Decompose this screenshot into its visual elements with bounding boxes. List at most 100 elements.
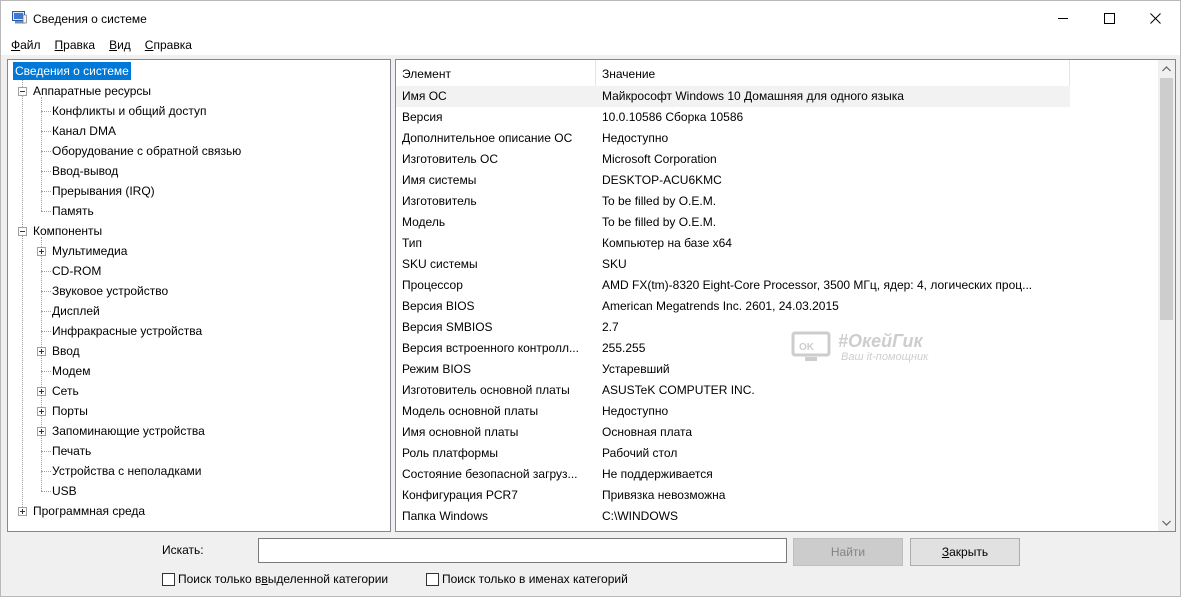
menu-file[interactable]: Файл: [1, 38, 48, 52]
tree-item-hardware-child[interactable]: Канал DMA: [52, 122, 116, 140]
column-header-value[interactable]: Значение: [596, 60, 1070, 86]
cell-element: Состояние безопасной загруз...: [402, 467, 578, 481]
search-input[interactable]: [258, 538, 787, 563]
table-row[interactable]: Тип Компьютер на базе x64: [396, 233, 1070, 254]
search-selected-category-option[interactable]: Поиск только в в ыделенной категории: [162, 571, 388, 587]
tree-expander-component[interactable]: [37, 387, 46, 396]
vertical-scrollbar[interactable]: [1158, 60, 1175, 531]
search-category-names-checkbox[interactable]: [426, 572, 439, 586]
tree-item-component[interactable]: Сеть: [52, 382, 79, 400]
close-window-button[interactable]: [1132, 1, 1178, 35]
chevron-up-icon: [1162, 65, 1171, 71]
tree-item-hardware[interactable]: Аппаратные ресурсы: [33, 82, 151, 100]
tree-connector: [41, 471, 51, 472]
tree-expander-hardware[interactable]: [18, 87, 27, 96]
tree-expander-component[interactable]: [37, 347, 46, 356]
table-row[interactable]: Дополнительное описание ОС Недоступно: [396, 128, 1070, 149]
tree-item-component[interactable]: Мультимедиа: [52, 242, 127, 260]
tree-item-component[interactable]: Инфракрасные устройства: [52, 322, 202, 340]
tree-item-component[interactable]: Печать: [52, 442, 91, 460]
close-button[interactable]: Закрыть: [910, 538, 1020, 566]
tree-item-hardware-child[interactable]: Память: [52, 202, 94, 220]
table-row[interactable]: Изготовитель основной платы ASUSTeK COMPU…: [396, 380, 1070, 401]
maximize-button[interactable]: [1086, 1, 1132, 35]
cell-value: Рабочий стол: [602, 446, 678, 460]
table-row[interactable]: Роль платформы Рабочий стол: [396, 443, 1070, 464]
search-selected-category-label-b: ыделенной категории: [267, 572, 389, 586]
menu-edit-label: равка: [63, 38, 96, 52]
tree-item-hardware-child[interactable]: Конфликты и общий доступ: [52, 102, 206, 120]
scroll-thumb[interactable]: [1160, 78, 1173, 320]
tree-expander-component[interactable]: [37, 427, 46, 436]
tree-item-component[interactable]: USB: [52, 482, 77, 500]
cell-element: Изготовитель ОС: [402, 152, 498, 166]
watermark-subtitle: Ваш it-помощник: [841, 351, 929, 363]
search-selected-category-checkbox[interactable]: [162, 572, 175, 586]
column-header-element[interactable]: Элемент: [396, 60, 596, 86]
window-title: Сведения о системе: [33, 12, 147, 26]
table-row[interactable]: Изготовитель ОС Microsoft Corporation: [396, 149, 1070, 170]
category-tree[interactable]: Сведения о системе Аппаратные ресурсы Конф…: [7, 59, 391, 532]
title-bar[interactable]: Сведения о системе: [1, 1, 1180, 35]
table-row[interactable]: SKU системы SKU: [396, 254, 1070, 275]
tree-item-hardware-child[interactable]: Оборудование с обратной связью: [52, 142, 241, 160]
menu-help[interactable]: Справка: [138, 38, 199, 52]
tree-expander-software[interactable]: [18, 507, 27, 516]
table-row[interactable]: Версия SMBIOS 2.7: [396, 317, 1070, 338]
watermark: OK #ОкейГик Ваш it-помощник: [791, 331, 961, 367]
cell-element: Версия: [402, 110, 443, 124]
table-row[interactable]: Модель основной платы Недоступно: [396, 401, 1070, 422]
table-row[interactable]: Версия 10.0.10586 Сборка 10586: [396, 107, 1070, 128]
table-row[interactable]: Версия встроенного контролл... 255.255: [396, 338, 1070, 359]
tree-item-component[interactable]: Звуковое устройство: [52, 282, 168, 300]
find-button[interactable]: Найти: [793, 538, 903, 566]
tree-connector: [41, 271, 51, 272]
tree-item-component[interactable]: CD-ROM: [52, 262, 101, 280]
table-row[interactable]: Имя системы DESKTOP-ACU6KMC: [396, 170, 1070, 191]
table-row[interactable]: Имя основной платы Основная плата: [396, 422, 1070, 443]
tree-item-component[interactable]: Запоминающие устройства: [52, 422, 205, 440]
table-row[interactable]: Процессор AMD FX(tm)-8320 Eight-Core Proc…: [396, 275, 1070, 296]
table-row[interactable]: Папка Windows C:\WINDOWS: [396, 506, 1070, 527]
cell-value: Не поддерживается: [602, 467, 713, 481]
tree-item-component[interactable]: Устройства с неполадками: [52, 462, 201, 480]
tree-item-component[interactable]: Дисплей: [52, 302, 100, 320]
scroll-down-button[interactable]: [1158, 514, 1175, 531]
cell-element: Тип: [402, 236, 423, 250]
tree-item-component[interactable]: Модем: [52, 362, 90, 380]
tree-item-software-environment[interactable]: Программная среда: [33, 502, 145, 520]
tree-item-system-summary[interactable]: Сведения о системе: [13, 62, 131, 80]
table-row[interactable]: Состояние безопасной загруз... Не поддерж…: [396, 464, 1070, 485]
table-row[interactable]: Имя ОС Майкрософт Windows 10 Домашняя для…: [396, 86, 1070, 107]
cell-element: Папка Windows: [402, 509, 488, 523]
menu-view[interactable]: Вид: [102, 38, 138, 52]
search-category-names-option[interactable]: Поиск только в именах категорий: [426, 571, 628, 587]
tree-item-components[interactable]: Компоненты: [33, 222, 102, 240]
scroll-up-button[interactable]: [1158, 60, 1175, 77]
tree-connector: [41, 111, 51, 112]
table-row[interactable]: Изготовитель To be filled by O.E.M.: [396, 191, 1070, 212]
table-row[interactable]: Модель To be filled by O.E.M.: [396, 212, 1070, 233]
minimize-button[interactable]: [1040, 1, 1086, 35]
cell-element: Версия SMBIOS: [402, 320, 493, 334]
tree-expander-components[interactable]: [18, 227, 27, 236]
menu-bar: Файл Правка Вид Справка: [1, 35, 1180, 55]
cell-value: Недоступно: [602, 404, 669, 418]
tree-connector: [41, 371, 51, 372]
details-list[interactable]: Элемент Значение Имя ОС Майкрософт Window…: [395, 59, 1176, 532]
tree-item-hardware-child[interactable]: Прерывания (IRQ): [52, 182, 155, 200]
menu-edit[interactable]: Правка: [48, 38, 103, 52]
tree-expander-component[interactable]: [37, 407, 46, 416]
table-row[interactable]: Режим BIOS Устаревший: [396, 359, 1070, 380]
table-row[interactable]: Версия BIOS American Megatrends Inc. 2601…: [396, 296, 1070, 317]
cell-element: Роль платформы: [402, 446, 498, 460]
tree-connector: [41, 451, 51, 452]
tree-connector: [41, 151, 51, 152]
cell-value: DESKTOP-ACU6KMC: [602, 173, 722, 187]
table-row[interactable]: Конфигурация PCR7 Привязка невозможна: [396, 485, 1070, 506]
tree-item-hardware-child[interactable]: Ввод-вывод: [52, 162, 118, 180]
list-header: Элемент Значение: [396, 60, 1070, 86]
tree-item-component[interactable]: Ввод: [52, 342, 80, 360]
tree-expander-component[interactable]: [37, 247, 46, 256]
tree-item-component[interactable]: Порты: [52, 402, 88, 420]
